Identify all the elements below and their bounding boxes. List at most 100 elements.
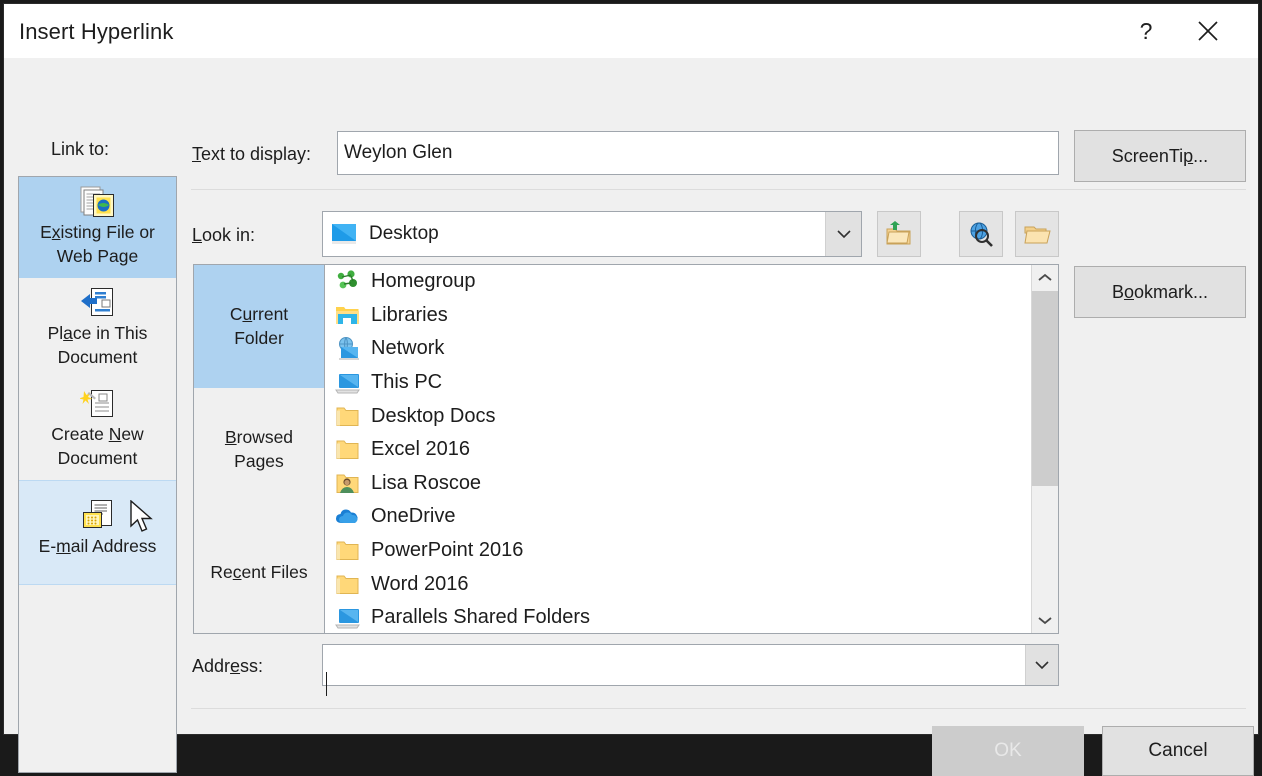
list-item-label: Network xyxy=(371,337,445,360)
sidebar-item-place-in-this-document[interactable]: Place in This Document xyxy=(19,278,176,379)
look-in-combobox[interactable]: Desktop xyxy=(322,211,862,257)
list-item-label: Parallels Shared Folders xyxy=(371,606,590,629)
ok-button[interactable]: OK xyxy=(932,726,1084,776)
this-pc-icon xyxy=(335,605,360,630)
dialog-title: Insert Hyperlink xyxy=(19,19,174,44)
text-to-display-input[interactable]: Weylon Glen xyxy=(337,131,1059,175)
user-folder-icon xyxy=(335,471,360,496)
list-item[interactable]: OneDrive xyxy=(325,500,1031,534)
cancel-button-label: Cancel xyxy=(1148,740,1208,761)
scroll-up-button[interactable] xyxy=(1032,265,1058,291)
dialog-body: Link to: Existing File or Web Page Place… xyxy=(4,58,1258,776)
list-item-label: Homegroup xyxy=(371,270,476,293)
link-to-panel: Existing File or Web Page Place in This … xyxy=(18,176,177,773)
chevron-up-icon xyxy=(1038,273,1052,281)
sidebar-item-label: E-mail Address xyxy=(38,536,157,556)
libraries-folder-icon xyxy=(335,303,360,328)
browse-for-file-button[interactable] xyxy=(1015,211,1059,257)
up-one-folder-button[interactable] xyxy=(877,211,921,257)
list-item-label: PowerPoint 2016 xyxy=(371,539,524,562)
scrollbar-track[interactable] xyxy=(1032,291,1058,607)
list-item[interactable]: Libraries xyxy=(325,299,1031,333)
look-in-dropdown-arrow[interactable] xyxy=(825,212,861,256)
look-in-label: Look in: xyxy=(192,225,256,245)
place-browsed-pages[interactable]: Browsed Pages xyxy=(194,388,324,511)
folder-icon xyxy=(335,538,360,563)
onedrive-cloud-icon xyxy=(335,504,360,529)
text-caret xyxy=(326,672,327,696)
list-item[interactable]: Network xyxy=(325,332,1031,366)
list-item-label: Excel 2016 xyxy=(371,438,470,461)
list-item-label: This PC xyxy=(371,371,443,394)
file-list-scrollbar[interactable] xyxy=(1031,265,1058,633)
list-item[interactable]: PowerPoint 2016 xyxy=(325,534,1031,568)
folder-icon xyxy=(335,572,360,597)
list-item[interactable]: Lisa Roscoe xyxy=(325,467,1031,501)
close-x-icon xyxy=(1198,21,1218,41)
divider-bottom xyxy=(191,708,1246,709)
email-address-icon xyxy=(23,499,172,533)
open-folder-icon xyxy=(1024,226,1051,244)
file-browser: Current Folder Browsed Pages Recent Files xyxy=(193,264,1059,634)
scroll-down-button[interactable] xyxy=(1032,607,1058,633)
insert-hyperlink-dialog: Insert Hyperlink ? Link to: Existing Fil… xyxy=(3,3,1259,776)
list-item[interactable]: Parallels Shared Folders xyxy=(325,601,1031,633)
help-button[interactable]: ? xyxy=(1118,4,1174,58)
place-label: Browsed Pages xyxy=(224,427,294,471)
sidebar-item-existing-file-or-web-page[interactable]: Existing File or Web Page xyxy=(19,177,176,278)
existing-file-web-page-icon xyxy=(23,185,172,219)
sidebar-item-create-new-document[interactable]: Create New Document xyxy=(19,379,176,480)
place-recent-files[interactable]: Recent Files xyxy=(194,510,324,633)
this-pc-icon xyxy=(335,370,360,395)
look-in-value: Desktop xyxy=(369,223,439,244)
list-item-label: Desktop Docs xyxy=(371,404,496,427)
address-label: Address: xyxy=(192,656,264,676)
desktop-monitor-icon xyxy=(332,224,356,244)
chevron-down-icon xyxy=(1038,617,1052,625)
list-item[interactable]: This PC xyxy=(325,366,1031,400)
screentip-button-label: ScreenTip... xyxy=(1111,145,1209,166)
look-in-value-wrap: Desktop xyxy=(323,223,825,245)
sidebar-item-e-mail-address[interactable]: E-mail Address xyxy=(19,480,176,585)
file-list[interactable]: Homegroup Libraries Network This PC Desk… xyxy=(325,265,1031,633)
screentip-button[interactable]: ScreenTip... xyxy=(1074,130,1246,182)
place-in-document-icon xyxy=(23,286,172,320)
sidebar-item-label: Create New Document xyxy=(51,424,144,468)
scrollbar-thumb[interactable] xyxy=(1032,291,1058,486)
list-item-label: Lisa Roscoe xyxy=(371,471,482,494)
list-item[interactable]: Word 2016 xyxy=(325,567,1031,601)
globe-magnifier-icon xyxy=(970,222,993,247)
cancel-button[interactable]: Cancel xyxy=(1102,726,1254,776)
list-item-label: OneDrive xyxy=(371,505,456,528)
chevron-down-icon xyxy=(1035,661,1049,670)
place-current-folder[interactable]: Current Folder xyxy=(194,265,324,388)
network-globe-icon xyxy=(335,336,360,361)
title-bar: Insert Hyperlink ? xyxy=(4,4,1258,58)
link-to-label: Link to: xyxy=(51,139,110,159)
close-button[interactable] xyxy=(1180,4,1236,58)
address-combobox[interactable] xyxy=(322,644,1059,696)
text-to-display-label: Text to display: xyxy=(192,144,312,164)
list-item[interactable]: Excel 2016 xyxy=(325,433,1031,467)
list-item[interactable]: Homegroup xyxy=(325,265,1031,299)
sidebar-item-label: Place in This Document xyxy=(47,323,148,367)
folder-up-arrow-icon xyxy=(886,221,911,245)
homegroup-icon xyxy=(335,269,360,294)
list-item-label: Word 2016 xyxy=(371,572,469,595)
folder-icon xyxy=(335,437,360,462)
chevron-down-icon xyxy=(836,230,851,239)
question-mark-icon: ? xyxy=(1139,17,1153,44)
place-label: Current Folder xyxy=(229,304,289,349)
create-new-document-icon xyxy=(23,387,172,421)
text-to-display-value: Weylon Glen xyxy=(344,142,453,163)
ok-button-label: OK xyxy=(994,740,1022,761)
bookmark-button[interactable]: Bookmark... xyxy=(1074,266,1246,318)
divider-top xyxy=(191,189,1246,190)
place-label: Recent Files xyxy=(210,561,308,582)
sidebar-item-label: Existing File or Web Page xyxy=(40,222,155,266)
browse-the-web-button[interactable] xyxy=(959,211,1003,257)
folder-icon xyxy=(335,404,360,429)
places-column: Current Folder Browsed Pages Recent Files xyxy=(194,265,325,633)
address-dropdown-arrow[interactable] xyxy=(1025,645,1058,685)
list-item[interactable]: Desktop Docs xyxy=(325,399,1031,433)
